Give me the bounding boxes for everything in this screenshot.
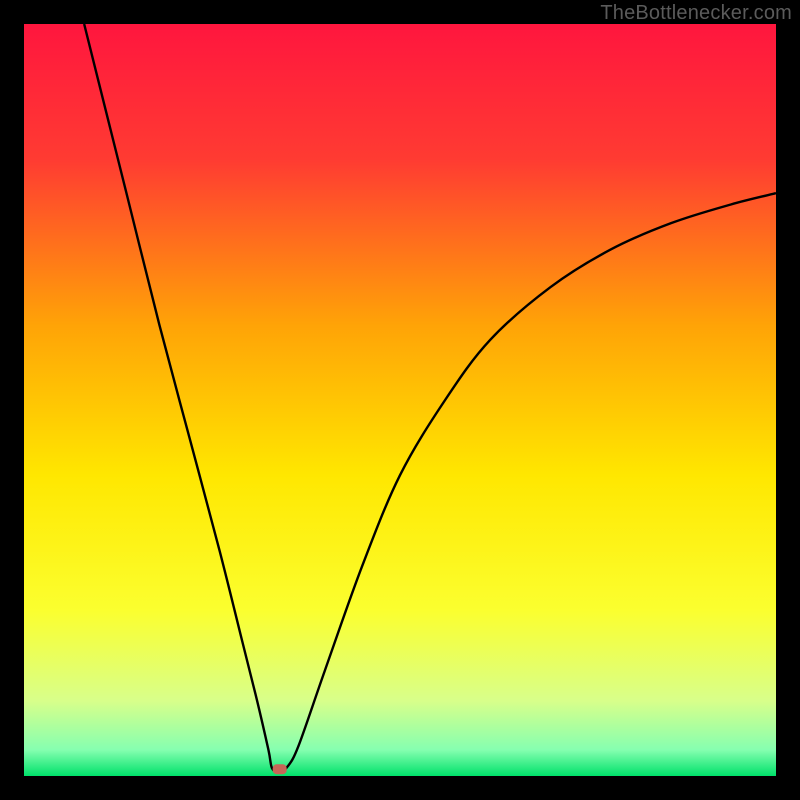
chart-frame	[24, 24, 776, 776]
chart-svg	[24, 24, 776, 776]
minimum-marker	[273, 764, 287, 774]
attribution-label: TheBottlenecker.com	[600, 2, 792, 25]
gradient-background	[24, 24, 776, 776]
